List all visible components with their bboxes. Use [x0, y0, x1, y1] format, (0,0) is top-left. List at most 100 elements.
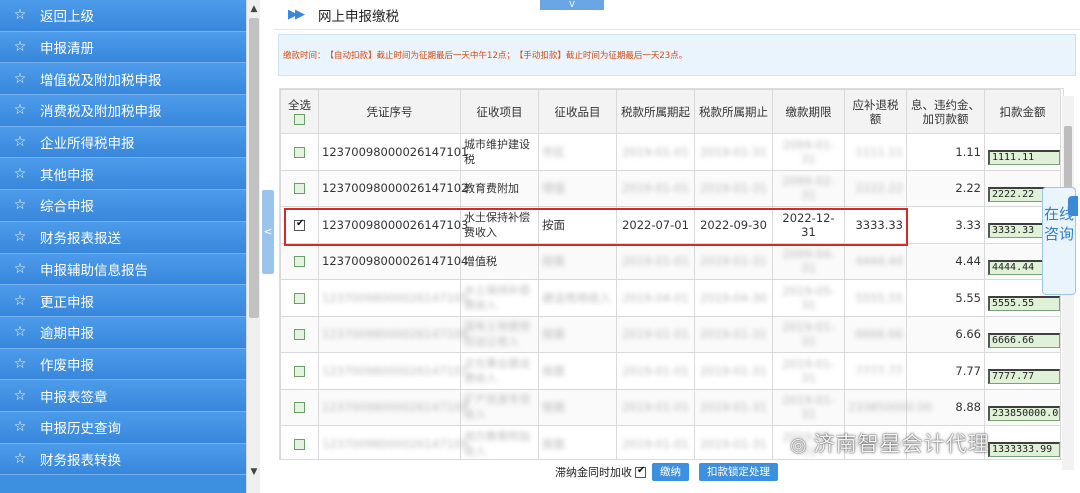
project-cell-text: 教育费附加: [464, 181, 519, 195]
sidebar-scrollbar[interactable]: ▲ ▼: [246, 0, 260, 493]
select-all-header[interactable]: 全选: [280, 89, 319, 134]
row-checkbox[interactable]: [294, 365, 305, 377]
period-end-cell: 2019-01-31: [694, 169, 773, 207]
period-end-cell: 2019-01-31: [694, 388, 773, 426]
sidebar-item[interactable]: ☆ 财务报表转换: [0, 443, 246, 476]
period-start-cell-text: 2019-01-01: [622, 254, 689, 269]
scroll-up-icon[interactable]: ▲: [247, 2, 261, 16]
footer-actions: 滞纳金同时加收 缴纳 扣款锁定处理: [555, 463, 788, 481]
deadline-cell: 2019-01-31: [772, 388, 845, 426]
sidebar-scroll-thumb[interactable]: [249, 18, 259, 318]
sidebar-item[interactable]: ☆ 更正申报: [0, 285, 246, 317]
period-start-cell: 2019-01-01: [616, 425, 695, 459]
deduct-amount-input[interactable]: 5555.55: [988, 296, 1060, 312]
item-cell-text: 建设用地收入: [542, 290, 611, 305]
period-end-cell: 2019-01-31: [694, 315, 773, 353]
deadline-cell: 2019-01-31: [772, 352, 845, 390]
row-checkbox[interactable]: [294, 329, 305, 341]
row-checkbox[interactable]: [294, 292, 305, 304]
pay-button[interactable]: 缴纳: [652, 463, 689, 481]
period-start-cell-text: 2019-01-01: [622, 400, 689, 415]
table-row[interactable]: 12370098000026147101 城市维护建设税 市区 2019-01-01 2…: [280, 133, 1061, 171]
table-row[interactable]: 12370098000026147103水土保持补偿费收入按面 2022-07-0…: [280, 206, 1061, 244]
sidebar-item[interactable]: ☆ 申报辅助信息报告: [0, 253, 246, 286]
tax-due-cell-text: 3333.33: [855, 217, 903, 232]
sidebar-item[interactable]: ☆ 逾期申报: [0, 316, 246, 349]
row-checkbox[interactable]: [294, 218, 305, 231]
scroll-down-icon[interactable]: ▼: [247, 465, 261, 479]
deduct-amount-input[interactable]: 6666.66: [988, 332, 1060, 348]
item-cell: 按面: [538, 242, 617, 280]
sidebar-item-label: 财务报表报送: [40, 231, 121, 248]
voucher-cell: 12370098000026147101: [318, 133, 468, 171]
sidebar-item-label: 申报表签章: [40, 389, 108, 406]
star-icon: ☆: [13, 70, 27, 87]
lock-deduction-button[interactable]: 扣款锁定处理: [699, 463, 778, 481]
deduct-cell: 6666.66: [984, 315, 1061, 353]
late-fee-checkbox[interactable]: [635, 465, 646, 478]
voucher-cell-text: 12370098000026147104: [322, 254, 469, 269]
select-cell: [280, 133, 319, 171]
period-start-cell-text: 2019-01-01: [622, 327, 689, 342]
voucher-cell-text: 12370098000026147105: [322, 290, 469, 305]
deduct-amount-input[interactable]: 1333333.99: [988, 442, 1060, 458]
row-checkbox[interactable]: [294, 402, 305, 414]
sidebar-item-label: 财务报表转换: [40, 452, 121, 469]
select-all-checkbox[interactable]: [294, 113, 305, 125]
table-row[interactable]: 12370098000026147102 教育费附加 增值 2019-01-01 201…: [280, 169, 1061, 207]
sidebar-item[interactable]: ☆ 财务报表报送: [0, 221, 246, 254]
star-icon: ☆: [13, 197, 27, 214]
item-cell-text: 按面: [542, 436, 565, 451]
sidebar-item[interactable]: ☆ 其他申报: [0, 158, 246, 191]
penalty-cell-text: 2.22: [955, 181, 981, 196]
online-consult-button[interactable]: 在线咨询: [1042, 187, 1078, 295]
period-start-cell: 2019-01-01: [616, 242, 695, 280]
sidebar-item[interactable]: ☆ 增值税及附加税申报: [0, 63, 246, 96]
voucher-cell: 12370098000026147108: [318, 388, 468, 426]
deadline-cell-text: 2099-04-31: [782, 247, 835, 276]
table-row[interactable]: 12370098000026147107 文化事业建设费收入 按面 2019-01-0…: [280, 352, 1061, 390]
sidebar-collapse-handle[interactable]: <: [262, 190, 274, 274]
sidebar-item[interactable]: ☆ 返回上级: [0, 0, 246, 32]
star-icon: ☆: [13, 450, 27, 467]
star-icon: ☆: [13, 39, 27, 56]
tax-due-cell-text: 6666.66: [855, 327, 903, 342]
period-start-header: 税款所属期起: [616, 89, 695, 134]
row-checkbox[interactable]: [294, 438, 305, 450]
penalty-cell-text: 8.88: [955, 400, 981, 415]
item-cell: 建设用地收入: [538, 279, 617, 317]
table-row[interactable]: 12370098000026147106 国有土地使用权出让收入 按面 2019-01…: [280, 315, 1061, 353]
sidebar-item[interactable]: ☆ 申报历史查询: [0, 411, 246, 444]
sidebar-item[interactable]: ☆ 企业所得税申报: [0, 126, 246, 159]
sidebar-item-label: 更正申报: [40, 294, 94, 311]
sidebar-item[interactable]: ☆ 消费税及附加税申报: [0, 95, 246, 127]
star-icon: ☆: [13, 102, 27, 119]
sidebar-item[interactable]: ☆ 综合申报: [0, 190, 246, 222]
period-start-cell: 2019-01-01: [616, 352, 695, 390]
deduct-amount-input[interactable]: 1111.11: [988, 150, 1060, 166]
deduct-header: 扣款金额: [984, 89, 1061, 134]
period-end-cell: 2019-01-31: [694, 352, 773, 390]
sidebar-item[interactable]: ☆ 申报表签章: [0, 380, 246, 412]
table-row[interactable]: 12370098000026147108 矿产资源专项收入 按面 2019-01-01…: [280, 388, 1061, 426]
table-row[interactable]: 12370098000026147104 增值税 按面 2019-01-01 2019-…: [280, 242, 1061, 280]
project-cell-text: 矿产资源专项收入: [464, 393, 530, 422]
penalty-cell-text: 7.77: [955, 363, 981, 378]
table-row[interactable]: 12370098000026147105 水土保持补偿费收入 建设用地收入 2019-…: [280, 279, 1061, 317]
select-all-label: 全选: [288, 97, 311, 112]
deduct-amount-input[interactable]: 7777.77: [988, 369, 1060, 385]
top-toggle-button[interactable]: V: [540, 0, 604, 10]
star-icon: ☆: [13, 7, 27, 24]
row-checkbox[interactable]: [294, 146, 305, 158]
project-cell-text: 国有土地使用权出让收入: [464, 320, 530, 349]
row-checkbox[interactable]: [294, 183, 305, 195]
project-cell: 地方教育附加收入: [460, 425, 539, 459]
sidebar-item-label: 增值税及附加税申报: [40, 72, 162, 89]
deadline-header: 缴款期限: [772, 89, 845, 134]
tax-due-cell-text: 233850000.00: [848, 400, 933, 415]
row-checkbox[interactable]: [294, 256, 305, 268]
deduct-amount-input[interactable]: 233850000.00: [988, 405, 1060, 421]
sidebar-item[interactable]: ☆ 作废申报: [0, 348, 246, 381]
sidebar-item[interactable]: ☆ 申报清册: [0, 31, 246, 64]
voucher-cell: 12370098000026147105: [318, 279, 468, 317]
